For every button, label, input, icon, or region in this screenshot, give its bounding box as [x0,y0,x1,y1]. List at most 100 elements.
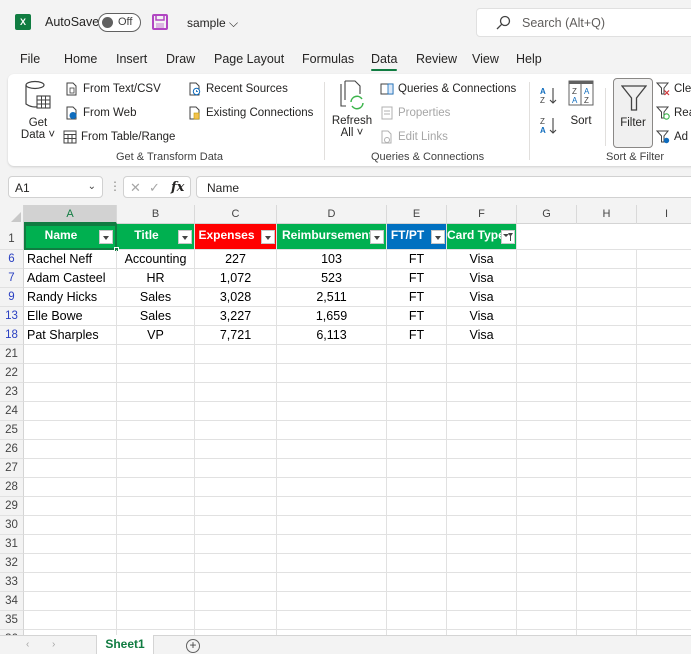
row-header[interactable]: 22 [0,364,24,383]
name-box[interactable]: A1 ⌄ [8,176,103,198]
insert-function-icon[interactable]: fx [171,180,184,195]
cell-empty[interactable] [517,478,577,496]
column-header-i[interactable]: I [637,205,691,224]
cell-empty[interactable] [195,611,277,629]
cell-expenses[interactable]: 3,028 [195,288,277,306]
cell-empty[interactable] [195,345,277,363]
cell-card[interactable]: Visa [447,250,517,268]
cell-ftpt[interactable]: FT [387,269,447,287]
sort-z-to-a-button[interactable]: Z A [540,116,558,136]
cell-ftpt[interactable]: FT [387,288,447,306]
row-header[interactable]: 27 [0,459,24,478]
cell-empty[interactable] [637,573,691,591]
cell-empty[interactable] [387,573,447,591]
cell-empty[interactable] [195,478,277,496]
cell-empty[interactable] [277,516,387,534]
chevron-down-icon[interactable]: ⌄ [88,181,96,192]
cell-empty[interactable] [577,573,637,591]
cell-empty[interactable] [517,497,577,515]
column-header-e[interactable]: E [387,205,447,224]
cell-ftpt[interactable]: FT [387,250,447,268]
tab-view[interactable]: View [472,52,499,66]
cell-reimbursement[interactable]: 6,113 [277,326,387,344]
cell-title[interactable]: VP [117,326,195,344]
cell-empty[interactable] [387,554,447,572]
cell-empty[interactable] [637,402,691,420]
formula-bar-grip-icon[interactable]: ⋮ [109,179,121,193]
next-sheet-icon[interactable]: › [52,639,55,650]
filter-dropdown-reimbursement[interactable] [370,230,384,244]
cell-card[interactable]: Visa [447,326,517,344]
cell-empty[interactable] [387,478,447,496]
cell-name[interactable]: Adam Casteel [24,269,117,287]
cell-empty[interactable] [517,535,577,553]
cell-empty[interactable] [195,383,277,401]
row-header[interactable]: 6 [0,250,24,269]
cell-empty[interactable] [637,288,691,306]
cell-empty[interactable] [637,478,691,496]
cell-empty[interactable] [577,459,637,477]
cell-empty[interactable] [517,611,577,629]
save-icon[interactable] [152,14,168,30]
cell-empty[interactable] [195,592,277,610]
spreadsheet-grid[interactable]: A B C D E F G H I 1 Name Title Expenses … [0,205,691,635]
cell-empty[interactable] [277,440,387,458]
sort-button[interactable]: Z A A Z Sort [566,80,596,127]
cell-empty[interactable] [117,535,195,553]
cell-empty[interactable] [24,459,117,477]
cell-empty[interactable] [277,573,387,591]
cell-reimbursement[interactable]: 103 [277,250,387,268]
filter-dropdown-expenses[interactable] [261,230,275,244]
cell-empty[interactable] [517,288,577,306]
cell-empty[interactable] [517,459,577,477]
cell-empty[interactable] [517,383,577,401]
cell-expenses[interactable]: 227 [195,250,277,268]
cell-card[interactable]: Visa [447,288,517,306]
cell-empty[interactable] [637,440,691,458]
cell-empty[interactable] [637,307,691,325]
cell-empty[interactable] [117,516,195,534]
cell-empty[interactable] [117,611,195,629]
cell-empty[interactable] [637,535,691,553]
cell-empty[interactable] [195,554,277,572]
cell-empty[interactable] [447,421,517,439]
filter-button[interactable]: Filter [613,78,653,148]
cell-empty[interactable] [24,516,117,534]
cell-empty[interactable] [637,554,691,572]
row-header[interactable]: 34 [0,592,24,611]
cell-empty[interactable] [24,345,117,363]
cell-empty[interactable] [117,592,195,610]
tab-help[interactable]: Help [516,52,542,66]
row-header[interactable]: 13 [0,307,24,326]
cell-empty[interactable] [24,497,117,515]
row-header[interactable]: 28 [0,478,24,497]
cell-ftpt[interactable]: FT [387,326,447,344]
refresh-all-button[interactable]: Refresh All ˅ [330,80,374,139]
sort-a-to-z-button[interactable]: A Z [540,86,558,106]
prev-sheet-icon[interactable]: ‹ [26,639,29,650]
cell-empty[interactable] [517,440,577,458]
autosave-toggle[interactable]: Off [98,13,141,32]
cell-empty[interactable] [117,497,195,515]
cell-empty[interactable] [447,554,517,572]
formula-input[interactable]: Name [196,176,691,198]
cell-empty[interactable] [637,345,691,363]
cell-empty[interactable] [195,440,277,458]
cell-expenses[interactable]: 7,721 [195,326,277,344]
queries-connections-button[interactable]: Queries & Connections [380,82,516,96]
filter-dropdown-title[interactable] [178,230,192,244]
cell-empty[interactable] [637,326,691,344]
cell-empty[interactable] [577,611,637,629]
cell-empty[interactable] [195,497,277,515]
cell-empty[interactable] [447,516,517,534]
properties-button[interactable]: Properties [380,106,450,120]
cell-empty[interactable] [637,611,691,629]
cell-empty[interactable] [195,421,277,439]
cell-empty[interactable] [577,478,637,496]
tab-home[interactable]: Home [64,52,97,66]
cell-empty[interactable] [517,250,577,268]
cell-empty[interactable] [117,573,195,591]
get-data-button[interactable]: Get Data ˅ [20,80,56,141]
cell-empty[interactable] [447,440,517,458]
cell-empty[interactable] [277,364,387,382]
